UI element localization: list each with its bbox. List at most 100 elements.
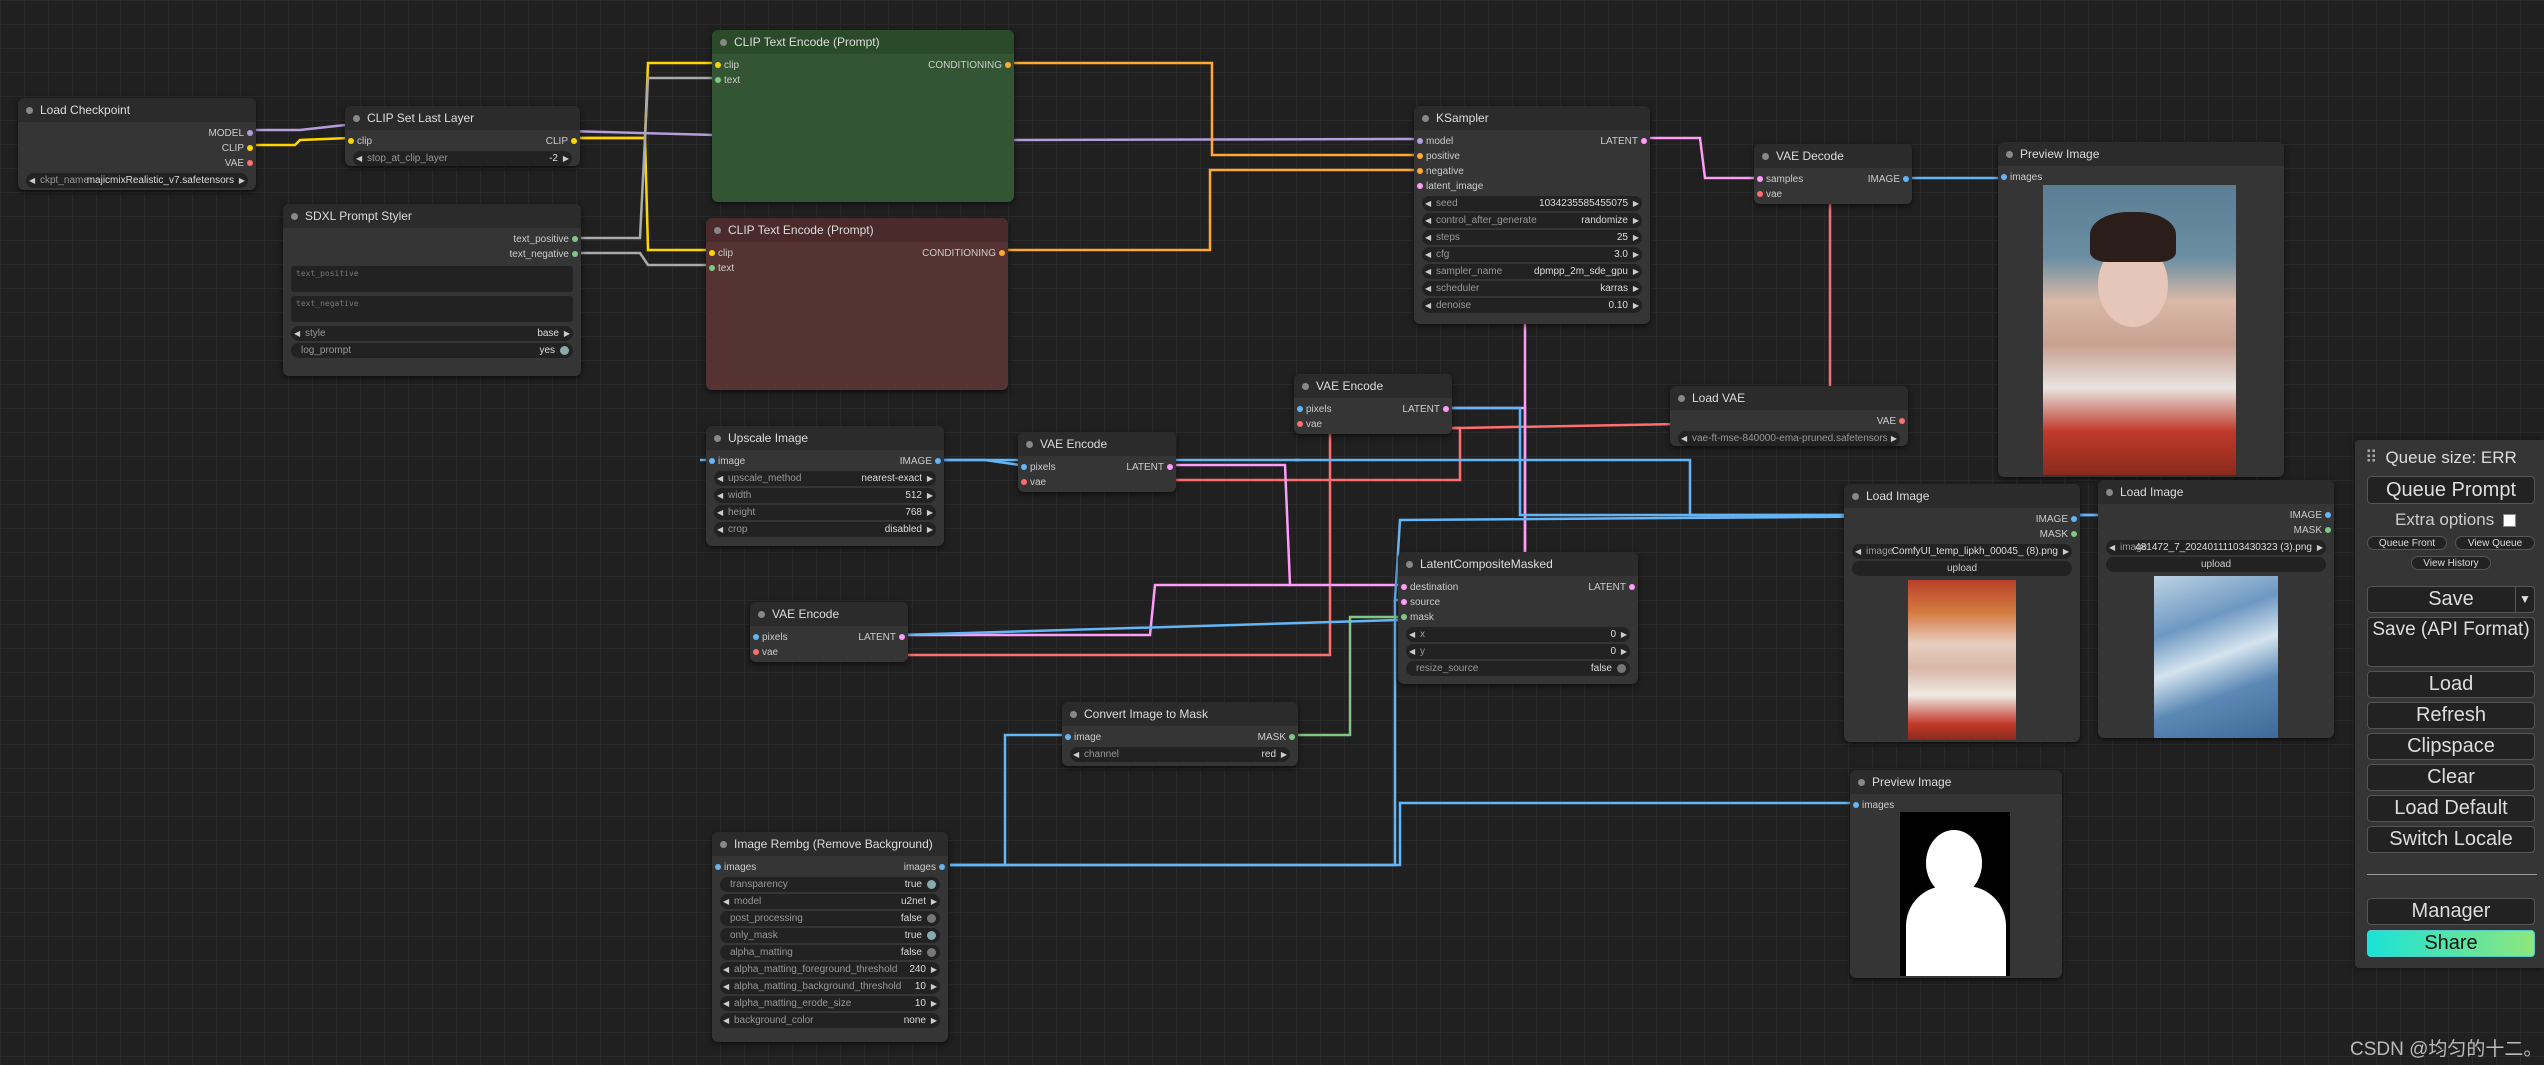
slot-dot[interactable] bbox=[1289, 734, 1295, 740]
node-title[interactable]: VAE Decode bbox=[1754, 144, 1912, 168]
manager-button[interactable]: Manager bbox=[2367, 898, 2535, 925]
slot-dot[interactable] bbox=[2071, 516, 2077, 522]
output-conditioning[interactable]: CONDITIONING bbox=[922, 246, 1005, 261]
input-clip[interactable]: clip bbox=[348, 134, 372, 149]
node-upscale-image[interactable]: Upscale Image image IMAGE upscale_method n… bbox=[706, 426, 944, 546]
cfg-widget[interactable]: cfg 3.0 bbox=[1422, 247, 1642, 262]
slot-dot[interactable] bbox=[1021, 479, 1027, 485]
output-conditioning[interactable]: CONDITIONING bbox=[928, 58, 1011, 73]
view-queue-button[interactable]: View Queue bbox=[2455, 536, 2535, 550]
post-processing-toggle[interactable]: post_processing false bbox=[720, 911, 940, 926]
denoise-widget[interactable]: denoise 0.10 bbox=[1422, 298, 1642, 313]
node-title[interactable]: CLIP Text Encode (Prompt) bbox=[712, 30, 1014, 54]
model-combo[interactable]: model u2net bbox=[720, 894, 940, 909]
node-title[interactable]: Load Checkpoint bbox=[18, 98, 256, 122]
view-history-button[interactable]: View History bbox=[2411, 556, 2491, 570]
slot-dot[interactable] bbox=[1899, 418, 1905, 424]
extra-options-checkbox[interactable] bbox=[2502, 514, 2516, 528]
input-destination[interactable]: destination bbox=[1401, 580, 1458, 595]
node-title[interactable]: KSampler bbox=[1414, 106, 1650, 130]
slot-dot[interactable] bbox=[939, 864, 945, 870]
output-mask[interactable]: MASK bbox=[1258, 730, 1295, 745]
upload-button[interactable]: upload bbox=[1852, 561, 2072, 576]
output-latent[interactable]: LATENT bbox=[1126, 460, 1173, 475]
slot-dot[interactable] bbox=[2325, 512, 2331, 518]
save-button[interactable]: Save ▼ bbox=[2367, 586, 2535, 613]
slot-dot[interactable] bbox=[1641, 138, 1647, 144]
output-vae[interactable]: VAE bbox=[1877, 414, 1905, 429]
output-mask[interactable]: MASK bbox=[2294, 523, 2331, 538]
input-samples[interactable]: samples bbox=[1757, 172, 1803, 187]
input-vae[interactable]: vae bbox=[753, 645, 778, 660]
input-latent-image[interactable]: latent_image bbox=[1417, 179, 1483, 194]
steps-widget[interactable]: steps 25 bbox=[1422, 230, 1642, 245]
node-convert-image-to-mask[interactable]: Convert Image to Mask image MASK channel r… bbox=[1062, 702, 1298, 766]
node-title[interactable]: VAE Encode bbox=[750, 602, 908, 626]
slot-dot[interactable] bbox=[2071, 531, 2077, 537]
output-images[interactable]: images bbox=[904, 860, 945, 875]
save-dropdown-icon[interactable]: ▼ bbox=[2515, 587, 2534, 612]
node-title[interactable]: Convert Image to Mask bbox=[1062, 702, 1298, 726]
toggle-knob[interactable] bbox=[927, 948, 936, 957]
output-text-negative[interactable]: text_negative bbox=[510, 247, 578, 262]
node-title[interactable]: VAE Encode bbox=[1294, 374, 1452, 398]
node-vae-encode-low[interactable]: VAE Encode pixels LATENT vae bbox=[750, 602, 908, 662]
node-clip-text-encode-negative[interactable]: CLIP Text Encode (Prompt) clip CONDITIONI… bbox=[706, 218, 1008, 390]
upload-button[interactable]: upload bbox=[2106, 557, 2326, 572]
node-preview-image-top[interactable]: Preview Image images bbox=[1998, 142, 2284, 477]
queue-prompt-button[interactable]: Queue Prompt bbox=[2367, 476, 2535, 504]
slot-dot[interactable] bbox=[1417, 183, 1423, 189]
node-load-image-2[interactable]: Load Image IMAGE MASK image481472_7_2024… bbox=[2098, 480, 2334, 738]
slot-dot[interactable] bbox=[1417, 138, 1423, 144]
slot-dot[interactable] bbox=[2325, 527, 2331, 533]
input-source[interactable]: source bbox=[1401, 595, 1440, 610]
input-images[interactable]: images bbox=[2001, 170, 2042, 185]
alpha-matting-background-threshold-widget[interactable]: alpha_matting_background_threshold 10 bbox=[720, 979, 940, 994]
node-title[interactable]: VAE Encode bbox=[1018, 432, 1176, 456]
slot-dot[interactable] bbox=[935, 458, 941, 464]
slot-dot[interactable] bbox=[753, 634, 759, 640]
input-mask[interactable]: mask bbox=[1401, 610, 1434, 625]
toggle-knob[interactable] bbox=[927, 880, 936, 889]
slot-dot[interactable] bbox=[709, 250, 715, 256]
slot-dot[interactable] bbox=[1167, 464, 1173, 470]
image-combo[interactable]: image481472_7_20240111103430323 (3).png bbox=[2106, 540, 2326, 555]
image-combo[interactable]: imageComfyUI_temp_lipkh_00045_ (8).png bbox=[1852, 544, 2072, 559]
node-title[interactable]: SDXL Prompt Styler bbox=[283, 204, 581, 228]
output-image[interactable]: IMAGE bbox=[2290, 508, 2331, 523]
slot-dot[interactable] bbox=[1757, 176, 1763, 182]
width-widget[interactable]: width 512 bbox=[714, 488, 936, 503]
only-mask-toggle[interactable]: only_mask true bbox=[720, 928, 940, 943]
save-api-format-button[interactable]: Save (API Format) bbox=[2367, 617, 2535, 667]
slot-dot[interactable] bbox=[2001, 174, 2007, 180]
resize-source-toggle[interactable]: resize_source false bbox=[1406, 661, 1630, 676]
input-clip[interactable]: clip bbox=[715, 58, 739, 73]
slot-dot[interactable] bbox=[247, 160, 253, 166]
slot-dot[interactable] bbox=[1417, 168, 1423, 174]
output-clip[interactable]: CLIP bbox=[546, 134, 577, 149]
toggle-knob[interactable] bbox=[927, 914, 936, 923]
output-latent[interactable]: LATENT bbox=[1402, 402, 1449, 417]
node-preview-image-bottom[interactable]: Preview Image images bbox=[1850, 770, 2062, 978]
output-vae[interactable]: VAE bbox=[225, 156, 253, 171]
input-pixels[interactable]: pixels bbox=[1021, 460, 1056, 475]
node-vae-encode-mid[interactable]: VAE Encode pixels LATENT vae bbox=[1018, 432, 1176, 492]
node-load-vae[interactable]: Load VAE VAE vae-ft-mse-840000-ema-prune… bbox=[1670, 386, 1908, 446]
node-sdxl-prompt-styler[interactable]: SDXL Prompt Styler text_positive text_ne… bbox=[283, 204, 581, 376]
output-text-positive[interactable]: text_positive bbox=[513, 232, 578, 247]
node-title[interactable]: Preview Image bbox=[1850, 770, 2062, 794]
transparency-toggle[interactable]: transparency true bbox=[720, 877, 940, 892]
toggle-knob[interactable] bbox=[1617, 664, 1626, 673]
input-negative[interactable]: negative bbox=[1417, 164, 1464, 179]
node-clip-text-encode-positive[interactable]: CLIP Text Encode (Prompt) clip CONDITIONI… bbox=[712, 30, 1014, 202]
node-clip-set-last-layer[interactable]: CLIP Set Last Layer clip CLIP stop_at_cli… bbox=[345, 106, 580, 166]
input-images[interactable]: images bbox=[715, 860, 756, 875]
node-title[interactable]: Image Rembg (Remove Background) bbox=[712, 832, 948, 856]
height-widget[interactable]: height 768 bbox=[714, 505, 936, 520]
node-vae-encode-top[interactable]: VAE Encode pixels LATENT vae bbox=[1294, 374, 1452, 434]
seed-widget[interactable]: seed 1034235585455075 bbox=[1422, 196, 1642, 211]
node-title[interactable]: Load Image bbox=[2098, 480, 2334, 504]
slot-dot[interactable] bbox=[571, 138, 577, 144]
crop-widget[interactable]: crop disabled bbox=[714, 522, 936, 537]
slot-dot[interactable] bbox=[715, 77, 721, 83]
